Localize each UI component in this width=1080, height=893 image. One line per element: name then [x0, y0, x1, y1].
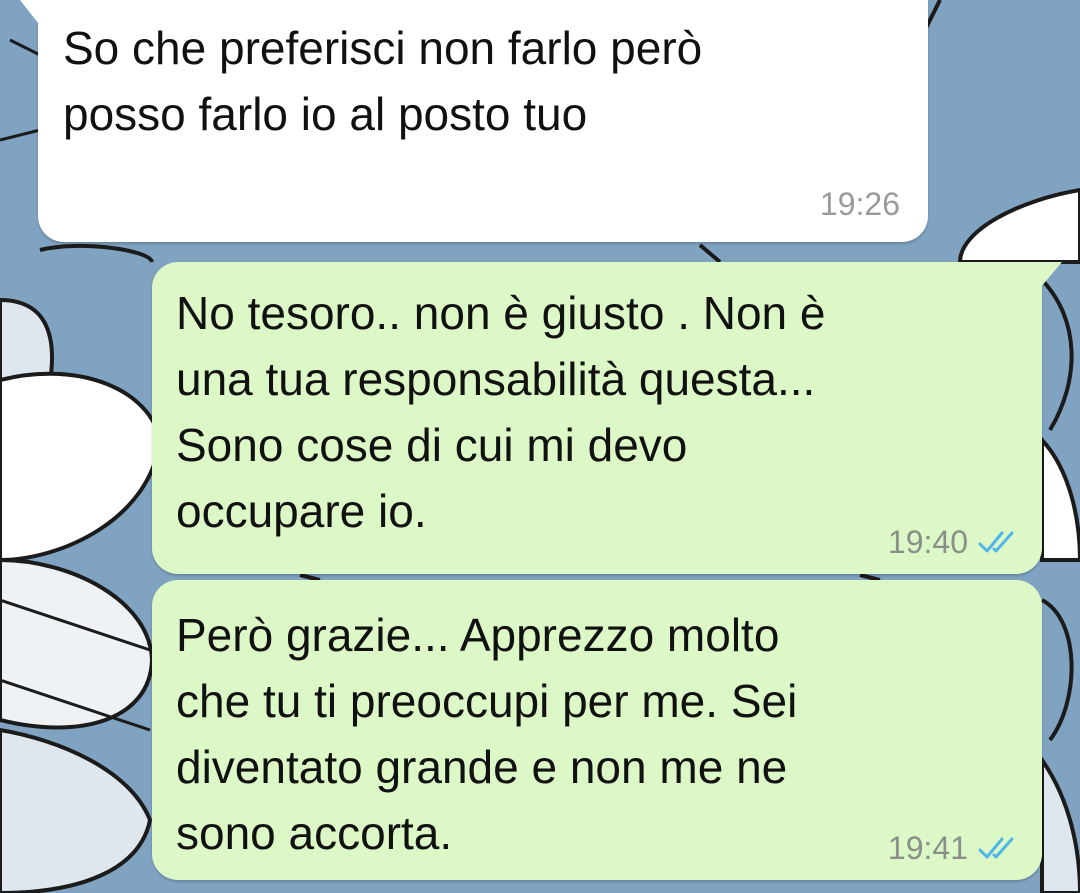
message-text: So che preferisci non farlo però posso f… — [63, 22, 703, 140]
message-timestamp: 19:40 — [887, 524, 968, 560]
message-meta: 19:26 — [820, 186, 900, 222]
message-text: No tesoro.. non è giusto . Non è una tua… — [176, 287, 826, 537]
message-bubble-incoming[interactable]: So che preferisci non farlo però posso f… — [20, 0, 928, 242]
message-timestamp: 19:26 — [819, 186, 900, 222]
message-meta: 19:41 — [888, 830, 1018, 866]
bubble-tail — [1040, 262, 1062, 288]
double-check-read-icon — [978, 531, 1014, 553]
message-bubble-outgoing[interactable]: Però grazie... Apprezzo molto che tu ti … — [152, 580, 1042, 880]
message-meta: 19:40 — [888, 524, 1018, 560]
bubble-tail — [20, 0, 42, 28]
message-bubble-outgoing[interactable]: No tesoro.. non è giusto . Non è una tua… — [152, 262, 1062, 574]
double-check-read-icon — [978, 837, 1014, 859]
message-timestamp: 19:41 — [887, 830, 968, 866]
message-text: Però grazie... Apprezzo molto che tu ti … — [176, 609, 798, 859]
